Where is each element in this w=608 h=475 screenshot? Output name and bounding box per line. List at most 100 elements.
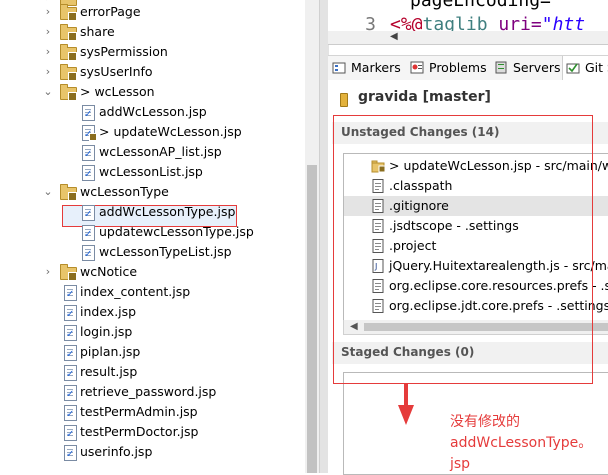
tree-item-label: retrieve_password.jsp	[80, 384, 217, 399]
tree-item-label: addWcLesson.jsp	[99, 104, 207, 119]
jsp-file-icon: ✓	[80, 105, 96, 121]
tree-item-label: login.jsp	[80, 324, 133, 339]
tree-item-label: sysUserInfo	[80, 64, 153, 79]
tree-file-row[interactable]: ✓ wcLessonTypeList.jsp	[0, 242, 305, 262]
view-tabs-bar: Markers Problems Servers Git S	[328, 55, 608, 81]
scrollbar-thumb[interactable]	[307, 165, 317, 473]
jsp-file-icon: ✓	[62, 285, 78, 301]
tab-problems[interactable]: Problems	[410, 56, 490, 80]
git-staging-icon	[566, 63, 580, 74]
tree-file-row[interactable]: ✓ wcLessonList.jsp	[0, 162, 305, 182]
markers-icon	[332, 62, 346, 74]
tree-file-row[interactable]: ✓ addWcLessonType.jsp	[0, 202, 305, 222]
tab-servers[interactable]: Servers	[494, 56, 561, 80]
annotation-line-3: jsp	[450, 456, 471, 472]
jsp-file-icon: ✓	[62, 445, 78, 461]
tree-item-label: wcLessonAP_list.jsp	[99, 144, 222, 159]
servers-icon	[495, 61, 507, 74]
jsp-file-icon: ✓	[62, 345, 78, 361]
chevron-right-icon[interactable]: ›	[42, 62, 54, 82]
annotation-text: 没有修改的 addWcLessonType。 jsp	[450, 412, 608, 475]
tab-git-staging[interactable]: Git S	[562, 56, 608, 80]
tree-file-row[interactable]: ✓ piplan.jsp	[0, 342, 305, 362]
tree-item-label: wcLessonTypeList.jsp	[99, 244, 232, 259]
jsp-file-icon: ✓	[80, 245, 96, 261]
chevron-right-icon[interactable]: ›	[42, 262, 54, 282]
tree-item-label: wcLessonList.jsp	[99, 164, 203, 179]
jsp-modified-icon: ✓	[80, 125, 97, 141]
tree-item-label: sysPermission	[80, 44, 168, 59]
annotation-arrow	[404, 384, 408, 406]
jsp-file-icon: ✓	[62, 365, 78, 381]
tree-file-row[interactable]: ✓ addWcLesson.jsp	[0, 102, 305, 122]
annotation-line-2: addWcLessonType。	[450, 435, 593, 451]
tree-file-row[interactable]: ✓ updatewcLessonType.jsp	[0, 222, 305, 242]
jsp-file-icon: ✓	[80, 145, 96, 161]
tree-file-row[interactable]: ✓ testPermAdmin.jsp	[0, 402, 305, 422]
chevron-down-icon[interactable]: ⌄	[42, 82, 54, 102]
jsp-file-icon: ✓	[62, 405, 78, 421]
jsp-file-icon: ✓	[62, 325, 78, 341]
tree-item-label: index_content.jsp	[80, 284, 191, 299]
jsp-file-icon: ✓	[62, 385, 78, 401]
problems-icon	[410, 61, 424, 74]
repository-icon	[340, 93, 348, 107]
tree-item-label: addWcLessonType.jsp	[99, 204, 236, 219]
editor-horizontal-scrollbar[interactable]: ◀	[328, 31, 608, 44]
code-line-2[interactable]: pageEncoding= "	[410, 0, 573, 11]
scroll-left-arrow-icon[interactable]: ◀	[390, 31, 398, 42]
chevron-right-icon[interactable]: ›	[42, 2, 54, 22]
tree-item-label: result.jsp	[80, 364, 138, 379]
tree-file-row[interactable]: ✓ wcLessonAP_list.jsp	[0, 142, 305, 162]
tree-file-row[interactable]: ✓> updateWcLesson.jsp	[0, 122, 305, 142]
jsp-file-icon: ✓	[80, 225, 96, 241]
jsp-file-icon: ✓	[80, 205, 96, 221]
tree-folder-row[interactable]: › share	[0, 22, 305, 42]
tree-vertical-scrollbar[interactable]	[305, 0, 319, 473]
tree-folder-row[interactable]: ⌄ wcLessonType	[0, 182, 305, 202]
tree-folder-row[interactable]: › sysPermission	[0, 42, 305, 62]
tree-item-label: updatewcLessonType.jsp	[99, 224, 254, 239]
tree-file-row[interactable]: ✓ userinfo.jsp	[0, 442, 305, 462]
tree-item-label: errorPage	[80, 4, 141, 19]
package-folder-icon	[60, 44, 77, 61]
package-folder-icon	[60, 264, 77, 281]
tree-file-row[interactable]: ✓ index.jsp	[0, 302, 305, 322]
package-folder-icon	[60, 64, 77, 81]
jsp-file-icon: ✓	[62, 305, 78, 321]
tree-item-label: > wcLesson	[80, 84, 155, 99]
tree-folder-row[interactable]: › errorPage	[0, 2, 305, 22]
tree-item-label: piplan.jsp	[80, 344, 141, 359]
annotation-highlight-box	[333, 115, 593, 384]
tree-item-label: testPermAdmin.jsp	[80, 404, 198, 419]
tree-item-label: testPermDoctor.jsp	[80, 424, 199, 439]
tree-item-label: index.jsp	[80, 304, 137, 319]
project-explorer-tree: › › errorPage › share › sysPermission › sysUser…	[0, 0, 305, 473]
repository-title: gravida [master]	[358, 89, 491, 105]
tree-file-row[interactable]: ✓ retrieve_password.jsp	[0, 382, 305, 402]
tree-folder-row[interactable]: › sysUserInfo	[0, 62, 305, 82]
tree-file-row[interactable]: ✓ login.jsp	[0, 322, 305, 342]
package-folder-icon	[60, 24, 77, 41]
chevron-right-icon[interactable]: ›	[42, 22, 54, 42]
annotation-arrow-head	[398, 405, 414, 425]
tree-file-row[interactable]: ✓ testPermDoctor.jsp	[0, 422, 305, 442]
tree-folder-row[interactable]: › wcNotice	[0, 262, 305, 282]
tree-folder-row[interactable]: ⌄ > wcLesson	[0, 82, 305, 102]
tree-file-row[interactable]: ✓ result.jsp	[0, 362, 305, 382]
package-folder-icon	[60, 4, 77, 21]
tree-item-label: > updateWcLesson.jsp	[99, 124, 242, 139]
tree-item-label: wcLessonType	[80, 184, 169, 199]
tree-item-label: share	[80, 24, 115, 39]
package-folder-icon	[60, 184, 77, 201]
tree-file-row[interactable]: ✓ index_content.jsp	[0, 282, 305, 302]
chevron-down-icon[interactable]: ⌄	[42, 182, 54, 202]
chevron-right-icon[interactable]: ›	[42, 42, 54, 62]
jsp-file-icon: ✓	[62, 425, 78, 441]
annotation-line-1: 没有修改的	[450, 414, 520, 430]
tree-item-label: wcNotice	[80, 264, 138, 279]
jsp-file-icon: ✓	[80, 165, 96, 181]
package-folder-icon	[60, 84, 77, 101]
tab-markers[interactable]: Markers	[332, 56, 407, 80]
tree-item-label: userinfo.jsp	[80, 444, 153, 459]
